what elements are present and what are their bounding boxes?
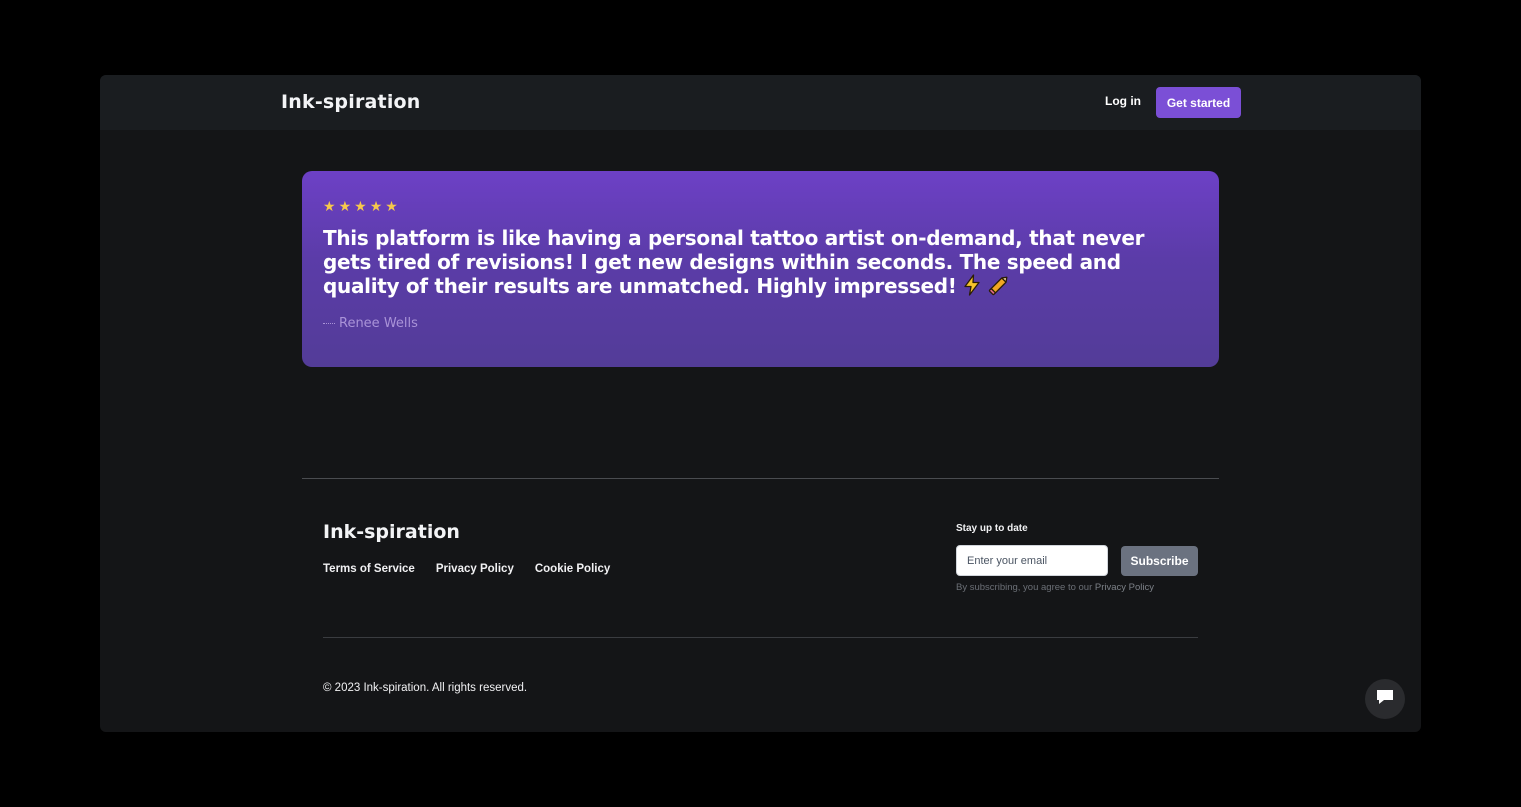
footer-divider	[302, 478, 1219, 479]
newsletter-heading: Stay up to date	[956, 523, 1028, 534]
pencil-icon	[987, 274, 1011, 301]
star-icon: ★	[338, 199, 352, 215]
newsletter-disclaimer: By subscribing, you agree to our Privacy…	[956, 582, 1154, 593]
star-icon: ★	[354, 199, 367, 215]
testimonial-card: ★ ★ ★ ★ ★ This platform is like having a…	[302, 171, 1219, 367]
email-input[interactable]	[956, 545, 1108, 576]
subscribe-button[interactable]: Subscribe	[1121, 546, 1198, 576]
cookie-link[interactable]: Cookie Policy	[535, 563, 610, 575]
brand-logo[interactable]: Ink-spiration	[281, 91, 421, 113]
testimonial-author: Renee Wells	[323, 316, 418, 331]
footer-bottom-divider	[323, 637, 1198, 638]
author-name: Renee Wells	[339, 316, 418, 331]
quote-text: This platform is like having a personal …	[323, 226, 1145, 298]
copyright-text: © 2023 Ink-spiration. All rights reserve…	[323, 682, 528, 694]
footer-links: Terms of Service Privacy Policy Cookie P…	[323, 563, 610, 575]
disclaimer-privacy-link[interactable]: Privacy Policy	[1095, 582, 1154, 593]
rating-stars: ★ ★ ★ ★ ★	[323, 200, 398, 214]
login-link[interactable]: Log in	[1105, 94, 1141, 108]
star-icon: ★	[369, 199, 383, 215]
chat-bubble-icon	[1375, 688, 1395, 711]
lightning-icon	[961, 274, 983, 301]
terms-link[interactable]: Terms of Service	[323, 563, 415, 575]
star-icon: ★	[323, 199, 336, 215]
footer-brand[interactable]: Ink-spiration	[323, 521, 460, 543]
app-window: Ink-spiration Log in Get started ★ ★ ★ ★…	[100, 75, 1421, 732]
navbar: Ink-spiration Log in Get started	[100, 75, 1421, 130]
get-started-button[interactable]: Get started	[1156, 87, 1241, 118]
testimonial-quote: This platform is like having a personal …	[323, 226, 1183, 301]
author-dash	[323, 323, 335, 324]
chat-button[interactable]	[1365, 679, 1405, 719]
disclaimer-text: By subscribing, you agree to our	[956, 582, 1095, 593]
star-icon: ★	[385, 199, 398, 215]
privacy-link[interactable]: Privacy Policy	[436, 563, 514, 575]
